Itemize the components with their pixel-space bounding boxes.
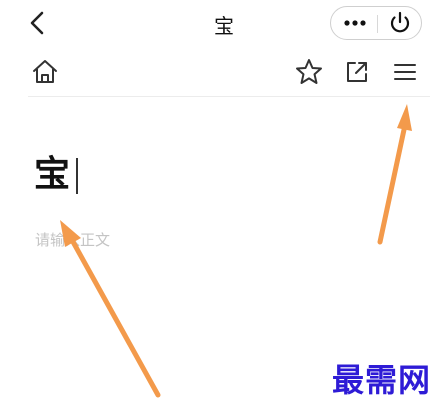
more-button[interactable] [335,7,375,39]
note-editor-page: 宝 宝 请输入正文 最需网 [0,0,448,411]
star-icon [296,59,322,84]
share-icon [347,62,367,82]
back-button[interactable] [24,8,54,38]
close-program-button[interactable] [381,7,419,39]
text-cursor [76,158,78,194]
menu-button[interactable] [390,57,420,87]
document-title[interactable]: 宝 [34,150,70,200]
chevron-left-icon [30,11,44,35]
menu-icon [394,64,416,80]
share-button[interactable] [342,57,372,87]
site-watermark: 最需网 [332,361,432,399]
favorite-button[interactable] [294,57,324,87]
more-dots-icon [344,20,366,26]
arrow-to-menu [377,104,412,245]
home-icon [33,60,57,83]
home-button[interactable] [30,57,60,87]
body-text-input[interactable] [35,227,335,253]
mini-program-capsule [330,6,422,40]
capsule-divider [377,15,378,33]
power-icon [390,11,410,33]
annotation-arrows [60,104,412,398]
toolbar-divider [28,96,430,97]
